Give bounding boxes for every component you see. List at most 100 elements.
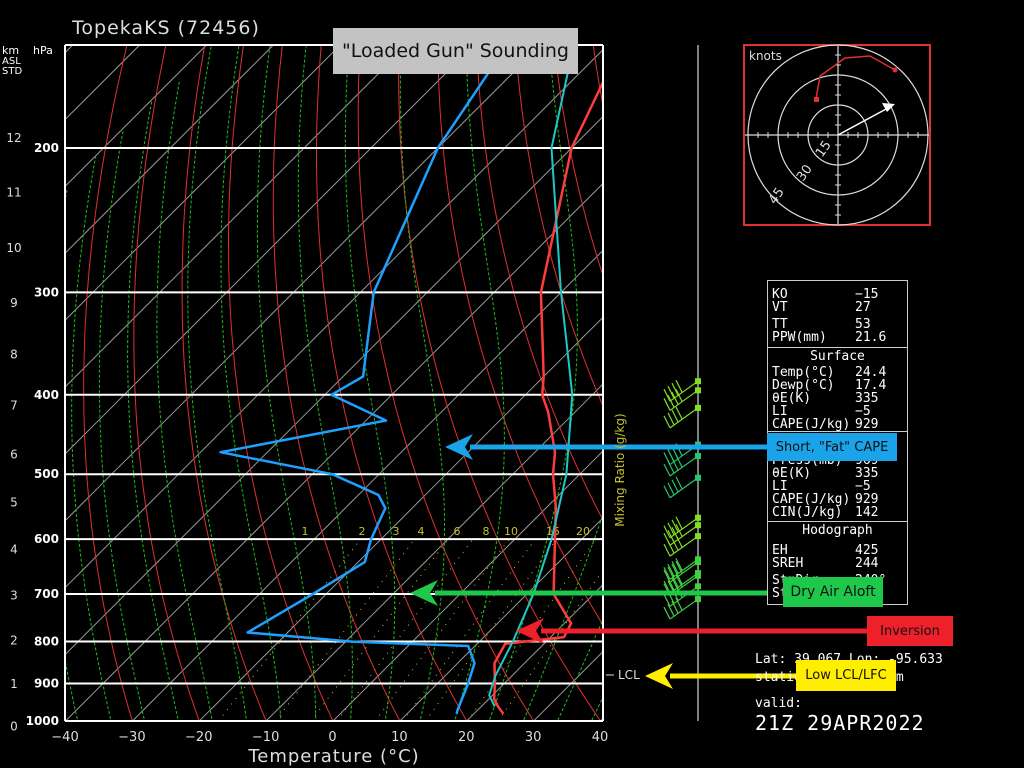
- isotherm: [65, 45, 341, 321]
- barb-staff: [669, 389, 699, 411]
- moist-adiabat: [127, 100, 179, 721]
- dry-adiabat: [133, 45, 200, 721]
- isotherm: [65, 45, 475, 455]
- mixing-ratio-tick-label: 4: [418, 525, 425, 538]
- wind-barb-column: [663, 45, 701, 721]
- general-indices: KO −15 VT 27 TT 53 PPW(mm) 21.6: [768, 281, 907, 347]
- dry-adiabat: [316, 45, 468, 721]
- height-tick-label: 4: [10, 543, 18, 557]
- wind-barb: [663, 454, 699, 477]
- temperature-tick-label: 40: [592, 730, 609, 745]
- pressure-tick-label: 400: [34, 388, 59, 402]
- std-label: STD: [2, 66, 22, 77]
- height-tick-label: 6: [10, 448, 18, 462]
- hpa-label: hPa: [33, 44, 53, 57]
- barb-flag: [667, 412, 675, 426]
- x-axis-label: Temperature (°C): [247, 746, 419, 767]
- mixing-ratio-tick-label: 10: [504, 525, 518, 538]
- moist-adiabat: [454, 45, 505, 721]
- height-tick-label: 9: [10, 296, 18, 310]
- index-row: SREH 244: [772, 556, 879, 571]
- mixing-ratio-labels: 1 2 3 4 6 8 10 15 20: [302, 525, 591, 538]
- barb-staff: [669, 380, 699, 402]
- barb-flag: [663, 594, 671, 607]
- moist-adiabat: [71, 156, 112, 721]
- wind-barb: [663, 534, 699, 557]
- height-tick-label: 1: [10, 677, 18, 691]
- pressure-tick-label: 900: [34, 676, 59, 690]
- pressure-tick-label: 1000: [26, 714, 59, 728]
- barb-staff: [669, 455, 699, 477]
- callout-short-fat-cape: Short, "Fat" CAPE: [767, 433, 897, 461]
- barb-flag: [675, 558, 683, 571]
- sounding-title-box: "Loaded Gun" Sounding: [333, 28, 578, 74]
- barb-flag: [675, 476, 683, 490]
- temperature-tick-label: −10: [252, 730, 279, 745]
- mixing-ratio-tick-label: 6: [454, 525, 461, 538]
- station-title: TopekaKS (72456): [71, 17, 260, 39]
- barb-staff: [669, 477, 699, 499]
- barb-staff: [669, 407, 699, 429]
- wind-barb: [663, 476, 699, 499]
- moist-adiabat: [522, 513, 603, 721]
- height-tick-label: 12: [6, 131, 21, 145]
- pressure-tick-label: 800: [34, 635, 59, 649]
- hodograph: knots 153045: [743, 44, 931, 226]
- callout-dry-air-aloft: Dry Air Aloft: [783, 577, 883, 607]
- dry-adiabat: [971, 21, 1024, 738]
- isotherm: [0, 21, 30, 721]
- isotherm: [65, 49, 603, 589]
- temperature-tick-label: 0: [328, 730, 336, 745]
- isotherm: [65, 182, 603, 721]
- dry-adiabat: [181, 45, 267, 721]
- moist-adiabat: [65, 189, 79, 721]
- temperature-tick-label: −40: [51, 730, 78, 745]
- mixing-ratio-line: [425, 538, 557, 721]
- index-row: θE(K) 335: [772, 466, 879, 481]
- barb-flag: [671, 409, 679, 423]
- barb-flag: [671, 479, 679, 493]
- temperature-tick-label: −30: [118, 730, 145, 745]
- mixing-ratio-tick-label: 3: [393, 525, 400, 538]
- index-row: PPW(mm) 21.6: [772, 330, 887, 345]
- barb-flag: [663, 606, 671, 620]
- mixing-ratio-tick-label: 8: [483, 525, 490, 538]
- isotherm: [65, 45, 141, 121]
- dry-adiabat: [1010, 21, 1024, 738]
- pressure-tick-label: 300: [34, 285, 59, 299]
- height-tick-label: 8: [10, 347, 18, 361]
- height-tick-label: 0: [10, 720, 18, 734]
- valid-time: 21Z 29APR2022: [755, 711, 925, 735]
- height-tick-label: 11: [6, 186, 21, 200]
- pressure-tick-label: 700: [34, 587, 59, 601]
- hodograph-start-marker: [814, 97, 819, 102]
- hodograph-end-marker: [892, 67, 898, 73]
- barb-flag: [663, 463, 671, 477]
- barb-flag: [667, 482, 675, 496]
- height-tick-label: 2: [10, 633, 18, 647]
- lcl-label: LCL: [618, 668, 640, 682]
- temperature-tick-label: 30: [525, 730, 542, 745]
- index-row: CAPE(J/kg) 929: [772, 417, 879, 432]
- pressure-tick-label: 600: [34, 532, 59, 546]
- index-row: VT 27: [772, 300, 871, 315]
- callout-arrow-head: [645, 663, 673, 689]
- callout-inversion: Inversion: [867, 616, 953, 646]
- hodograph-units: knots: [749, 49, 782, 63]
- profile-dewpoint: [219, 45, 508, 715]
- sounding-title: "Loaded Gun" Sounding: [342, 40, 569, 62]
- mixing-ratio-tick-label: 20: [576, 525, 590, 538]
- isotherm: [65, 115, 603, 656]
- barb-staff: [669, 535, 699, 557]
- temperature-tick-label: −20: [185, 730, 212, 745]
- height-tick-label: 5: [10, 496, 18, 510]
- valid-label: valid:: [755, 696, 802, 711]
- height-tick-label: 3: [10, 589, 18, 603]
- mixing-ratio-line: [402, 538, 536, 721]
- surface-section: Surface Temp(°C) 24.4 Dewp(°C) 17.4 θE(K) 3…: [768, 347, 907, 431]
- barb-flag: [675, 406, 683, 420]
- index-row: CIN(J/kg) 142: [772, 505, 879, 520]
- pressure-tick-label: 200: [34, 141, 59, 155]
- pressure-tick-label: 500: [34, 467, 59, 481]
- temperature-tick-label: 10: [391, 730, 408, 745]
